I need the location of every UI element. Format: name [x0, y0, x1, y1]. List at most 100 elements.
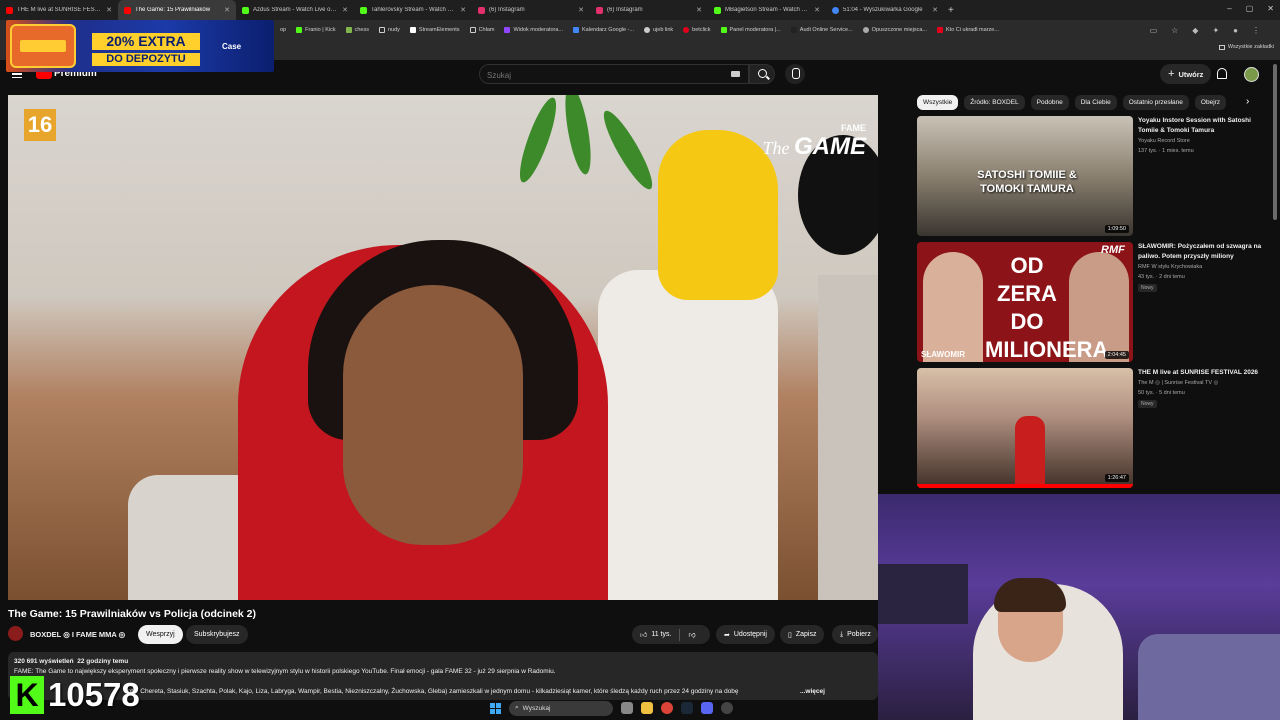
- like-icon[interactable]: 👍︎: [640, 630, 647, 639]
- star-icon[interactable]: ☆: [1171, 26, 1178, 35]
- search-icon: ⌕: [515, 704, 519, 711]
- kick-follower-counter: K 10578: [10, 676, 140, 714]
- close-tab-icon[interactable]: ✕: [578, 6, 584, 14]
- rmf-logo: RMF: [1101, 244, 1125, 256]
- browser-tab[interactable]: THE M live at SUNRISE FESTIVAL ✕: [0, 0, 118, 20]
- kick-icon: [242, 6, 249, 14]
- bookmark[interactable]: Panel moderatora |...: [720, 27, 781, 33]
- puzzle-icon[interactable]: ✦: [1212, 26, 1219, 35]
- channel-avatar[interactable]: [8, 626, 23, 641]
- bookmark[interactable]: chess: [345, 27, 369, 33]
- share-button[interactable]: ➦ Udostępnij: [716, 625, 775, 644]
- task-view-icon[interactable]: [621, 702, 633, 714]
- kick-logo-icon: K: [10, 676, 44, 714]
- notifications-bell-icon[interactable]: [1217, 68, 1227, 79]
- close-tab-icon[interactable]: ✕: [224, 6, 230, 14]
- account-avatar[interactable]: [1244, 67, 1259, 82]
- profile-icon[interactable]: ●: [1233, 26, 1238, 35]
- follower-count: 10578: [48, 676, 140, 713]
- browser-tab[interactable]: Azdus Stream - Watch Live on Kick ✕: [236, 0, 354, 20]
- minimize-icon[interactable]: –: [1227, 4, 1231, 13]
- new-tab-icon[interactable]: +: [948, 5, 954, 16]
- search-input[interactable]: [480, 66, 720, 85]
- chip-recent[interactable]: Ostatnio przesłane: [1122, 94, 1189, 110]
- channel-name[interactable]: RMF W stylu Krychowiaka: [1138, 264, 1202, 270]
- close-tab-icon[interactable]: ✕: [932, 6, 938, 14]
- browser-tab[interactable]: 51:04 - Wyszukiwarka Google ✕: [826, 0, 944, 20]
- bookmark-folder[interactable]: nudy: [378, 27, 400, 33]
- show-more-link[interactable]: ...więcej: [800, 687, 825, 697]
- scrollbar[interactable]: [1273, 64, 1277, 220]
- video-thumbnail[interactable]: SATOSHI TOMIIE & TOMOKI TAMURA 1:09:50: [917, 116, 1133, 236]
- bookmark[interactable]: betclick: [683, 27, 711, 33]
- support-button[interactable]: Wesprzyj: [138, 625, 183, 644]
- close-tab-icon[interactable]: ✕: [460, 6, 466, 14]
- chip-all[interactable]: Wszystkie: [917, 94, 959, 110]
- browser-tab[interactable]: MBagietson Stream - Watch Live ✕: [708, 0, 826, 20]
- file-explorer-icon[interactable]: [641, 702, 653, 714]
- save-button[interactable]: ▯ Zapisz: [780, 625, 825, 644]
- chrome-icon[interactable]: [661, 702, 673, 714]
- bookmark[interactable]: Franio | Kick: [296, 27, 336, 33]
- cast-icon[interactable]: ▭: [1150, 26, 1158, 35]
- dislike-icon[interactable]: 👎︎: [688, 630, 695, 639]
- chip-source[interactable]: Źródło: BOXDEL: [964, 94, 1025, 110]
- bookmark-folder[interactable]: Chłam: [469, 27, 494, 33]
- close-window-icon[interactable]: ✕: [1267, 4, 1274, 13]
- calendar-icon: [573, 27, 579, 33]
- maximize-icon[interactable]: ▢: [1246, 4, 1254, 13]
- keyboard-icon[interactable]: [731, 71, 740, 77]
- video-duration: 1:09:50: [1104, 225, 1129, 233]
- video-thumbnail[interactable]: 1:26:47: [917, 368, 1133, 488]
- window-controls: – ▢ ✕: [1227, 4, 1274, 13]
- bookmark[interactable]: op: [280, 27, 286, 33]
- channel-name[interactable]: Yoyaku Record Store: [1138, 138, 1190, 144]
- obs-icon[interactable]: [721, 702, 733, 714]
- channel-name[interactable]: The M ◎ | Sunrise Festival TV ◎: [1138, 380, 1218, 386]
- create-button[interactable]: + Utwórz: [1160, 64, 1212, 84]
- close-tab-icon[interactable]: ✕: [696, 6, 702, 14]
- like-count[interactable]: 11 tys.: [651, 631, 671, 638]
- video-thumbnail[interactable]: OD ZERA DO MILIONERA SŁAWOMIR RMF 2:04:4…: [917, 242, 1133, 362]
- browser-tab[interactable]: (6) Instagram ✕: [472, 0, 590, 20]
- browser-tab[interactable]: Tahlerovsky Stream - Watch Live ✕: [354, 0, 472, 20]
- bookmark[interactable]: Widok moderatora...: [504, 27, 563, 33]
- bookmark[interactable]: Kto Ci ukradł marze...: [937, 27, 999, 33]
- chip-related[interactable]: Podobne: [1030, 94, 1069, 110]
- video-title[interactable]: SŁAWOMIR: Pożyczałem od szwagra na paliw…: [1138, 242, 1266, 261]
- instagram-icon: [596, 6, 603, 14]
- browser-tab-active[interactable]: The Game: 15 Prawilniaków ✕: [118, 0, 236, 20]
- all-bookmarks[interactable]: Wszystkie zakładki: [1218, 44, 1274, 50]
- browser-tab[interactable]: (6) Instagram ✕: [590, 0, 708, 20]
- video-title[interactable]: Yoyaku Instore Session with Satoshi Tomi…: [1138, 116, 1266, 135]
- casino-ad-banner[interactable]: 20% EXTRA DO DEPOZYTU Case: [6, 20, 274, 72]
- chevron-right-icon[interactable]: ›: [1246, 96, 1249, 107]
- bookmark[interactable]: Kalendarz Google -...: [573, 27, 634, 33]
- close-tab-icon[interactable]: ✕: [342, 6, 348, 14]
- discord-icon[interactable]: [701, 702, 713, 714]
- steam-icon[interactable]: [681, 702, 693, 714]
- search-button[interactable]: [749, 64, 775, 84]
- upload-age: 22 godziny temu: [77, 658, 129, 665]
- bookmark[interactable]: Opuszczone miejsca...: [862, 27, 927, 33]
- voice-search-icon[interactable]: [785, 64, 805, 84]
- kebab-menu-icon[interactable]: ⋮: [1252, 26, 1260, 35]
- bookmark[interactable]: StreamElements: [409, 27, 460, 33]
- channel-name[interactable]: BOXDEL ◎ I FAME MMA ◎: [30, 630, 125, 639]
- windows-start-icon[interactable]: [490, 702, 501, 714]
- video-title[interactable]: THE M live at SUNRISE FESTIVAL 2026: [1138, 368, 1266, 378]
- sofa: [1138, 634, 1280, 720]
- chip-watched[interactable]: Obejrz: [1194, 94, 1227, 110]
- close-tab-icon[interactable]: ✕: [106, 6, 112, 14]
- extension-icon[interactable]: ◆: [1192, 26, 1198, 35]
- bookmark[interactable]: ujeb link: [643, 27, 673, 33]
- chip-for-you[interactable]: Dla Ciebie: [1074, 94, 1117, 110]
- video-player[interactable]: 16 FAME The GAME: [8, 95, 878, 600]
- taskbar-search[interactable]: ⌕ Wyszukaj: [509, 700, 613, 716]
- bookmark[interactable]: Audi Online Service...: [790, 27, 853, 33]
- close-tab-icon[interactable]: ✕: [814, 6, 820, 14]
- subscribe-button[interactable]: Subskrybujesz: [186, 625, 248, 644]
- streamelements-icon: [409, 27, 416, 33]
- download-button[interactable]: ⤓ Pobierz: [832, 625, 878, 644]
- age-rating-badge: 16: [24, 109, 56, 141]
